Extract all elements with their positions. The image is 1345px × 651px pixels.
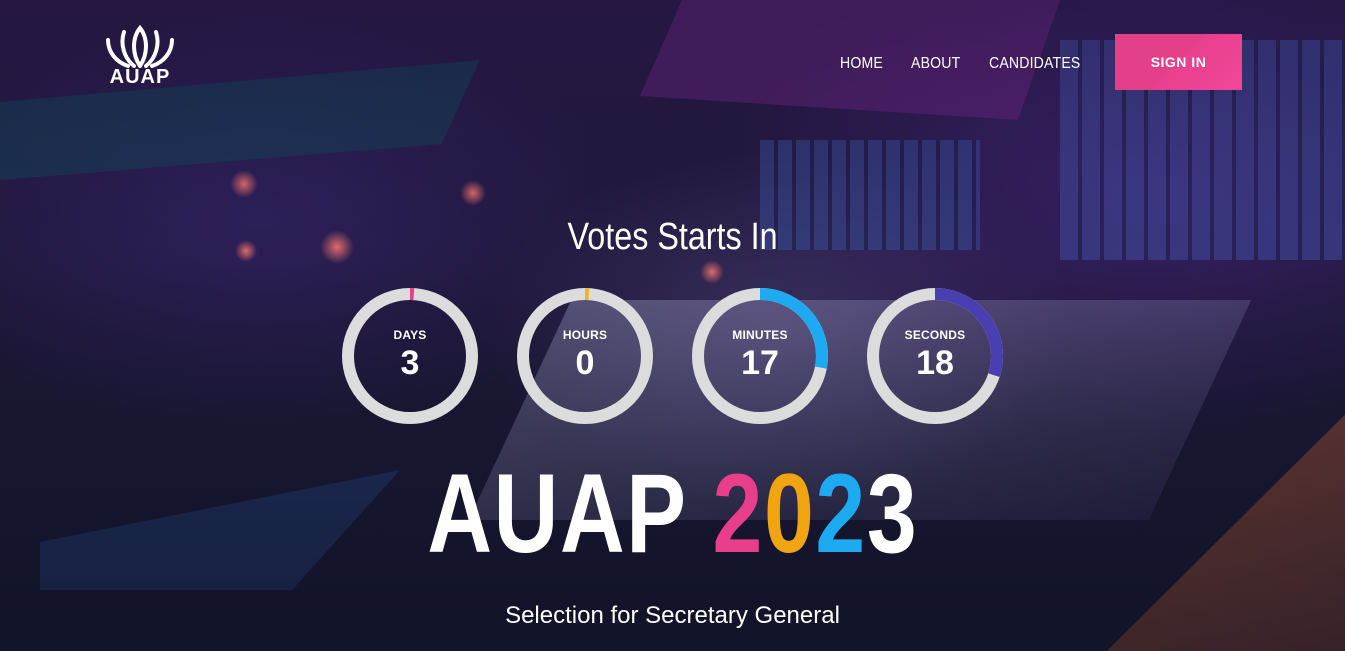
lotus-logo-icon [106,24,174,68]
hours-label: HOURS [562,328,608,342]
hero-subtitle: Selection for Secretary General [505,602,840,629]
nav-candidates[interactable]: CANDIDATES [989,55,1080,73]
countdown-seconds: SECONDS 18 [865,286,1005,426]
year-digit: 2 [712,451,764,576]
hero-title: AUAP 2023 [0,458,1345,570]
countdown-title: Votes Starts In [567,216,778,258]
countdown-timers: DAYS 3 HOURS 0 MINUTES 17 SECONDS 18 [340,286,1005,426]
seconds-label: SECONDS [904,328,966,342]
sign-in-button[interactable]: SIGN IN [1115,34,1242,90]
hero-title-word: AUAP [427,451,686,576]
minutes-label: MINUTES [732,328,788,342]
hero-year: 2023 [712,451,918,576]
hours-value: 0 [575,344,595,382]
main-nav: HOME ABOUT CANDIDATES [840,55,1093,73]
days-label: DAYS [393,328,427,342]
nav-home[interactable]: HOME [840,55,883,73]
countdown-days: DAYS 3 [340,286,480,426]
days-value: 3 [400,344,420,382]
minutes-value: 17 [741,344,779,382]
nav-about[interactable]: ABOUT [911,55,960,73]
seconds-value: 18 [916,344,954,382]
brand-logo[interactable]: AUAP [100,24,180,89]
year-digit: 3 [866,451,918,576]
year-digit: 2 [815,451,867,576]
logo-text: AUAP [109,66,171,88]
countdown-minutes: MINUTES 17 [690,286,830,426]
year-digit: 0 [763,451,816,576]
countdown-hours: HOURS 0 [515,286,655,426]
